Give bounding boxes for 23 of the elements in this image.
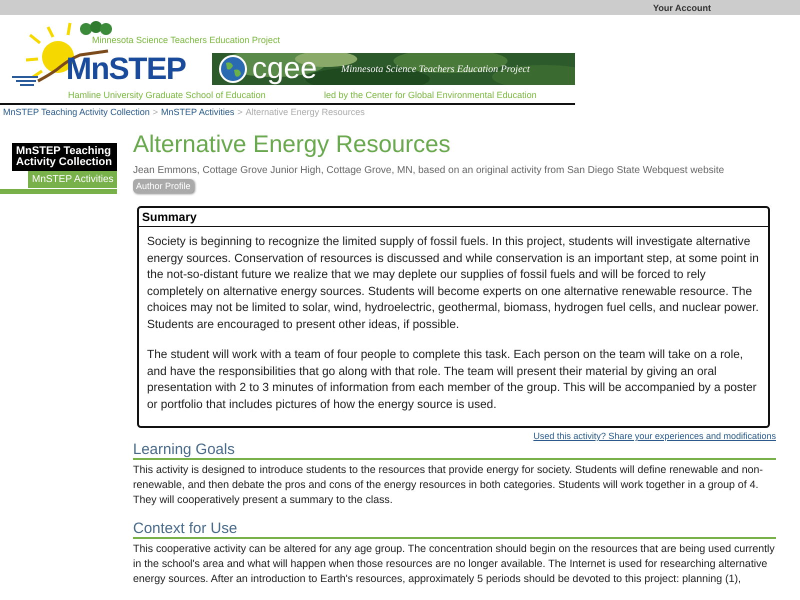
collection-title[interactable]: MnSTEP Teaching Activity Collection <box>12 143 117 171</box>
mnstep-logo: MnSTEP <box>66 51 186 87</box>
author-line: Jean Emmons, Cottage Grove Junior High, Cottage Grove, MN, based on an original activity from San Diego State Webquest website <box>133 165 726 176</box>
cgee-tagline: Minnesota Science Teachers Education Project <box>341 64 530 74</box>
summary-paragraph: The student will work with a team of four people to complete this task. Each person on the team will take on a role, and have the responsibilities that go along with that role. The team will present their material by giving an oral presentation with 2 to 3 minutes of information from each member of the group. This will be accompanied by a poster or portfolio that includes pictures of how the energy source is used. <box>147 346 758 412</box>
breadcrumb-current: Alternative Energy Resources <box>246 107 365 117</box>
section-heading: Context for Use <box>133 520 776 539</box>
section-heading: Learning Goals <box>133 441 776 460</box>
cgee-credit: led by the Center for Global Environmental Education <box>324 90 537 100</box>
breadcrumb-separator: > <box>152 107 158 117</box>
summary-heading: Summary <box>139 208 768 227</box>
breadcrumb-link[interactable]: MnSTEP Activities <box>161 107 234 117</box>
cgee-logo: cgee <box>252 54 318 84</box>
section-paragraph: This activity is designed to introduce students to the resources that provide energy for society. Students will define renewable and non-renewable, and then debate the pros and cons of the energy resources in both categories. Students will work together in a group of 4. They will cooperatively present a summary to the class. <box>133 463 764 508</box>
university-name: Hamline University Graduate School of Education <box>68 90 266 100</box>
breadcrumb-separator: > <box>237 107 243 117</box>
project-tagline: Minnesota Science Teachers Education Project <box>92 35 280 45</box>
breadcrumb-link[interactable]: MnSTEP Teaching Activity Collection <box>3 107 150 117</box>
section-paragraph: This cooperative activity can be altered for any age group. The concentration should begin on the resources that are being used currently in the school's area and what will happen when those resources are no longer available. The Internet is used for researching alternative energy sources. After an introduction to Earth's resources, approximately 5 periods should be devoted to this project: planning (1), <box>133 542 776 587</box>
page-title: Alternative Energy Resources <box>133 131 452 159</box>
account-link[interactable]: Your Account <box>653 2 711 12</box>
summary-paragraph: Society is beginning to recognize the limited supply of fossil fuels. In this project, students will investigate alternative energy sources. Conservation of resources is discussed and while conservation is an important step, at some point in the not-so-distant future we realize that we may deplete our supplies of fossil fuels and will be forced to rely completely on alternative energy sources. Students will become experts on one alternative renewable resource. The choices may not be limited to solar, wind, hydroelectric, geothermal, biomass, hydrogen fuel cells, and nuclear power. Students are encouraged to present other ideas, if possible. <box>147 233 760 332</box>
share-link[interactable]: Used this activity? Share your experiences and modifications <box>533 431 776 441</box>
